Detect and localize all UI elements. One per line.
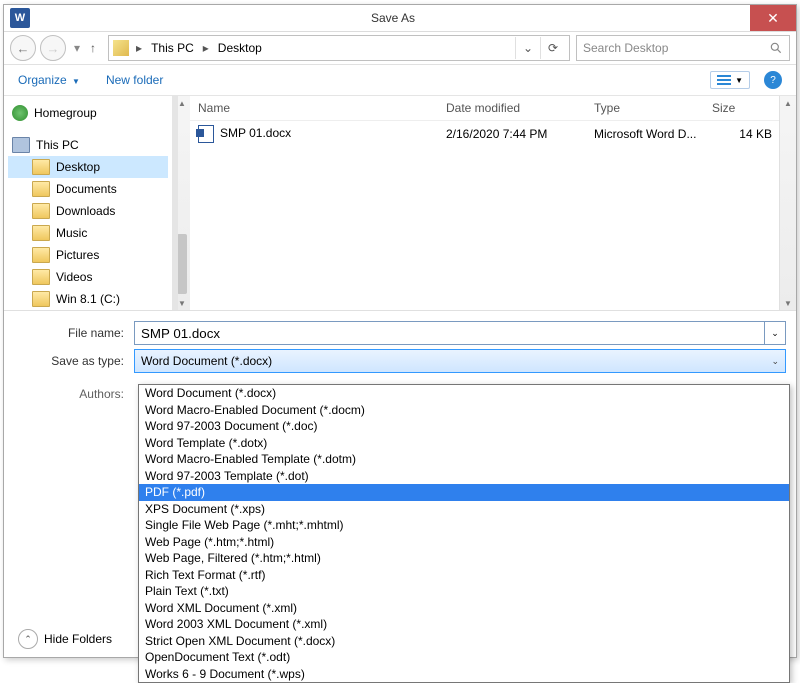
address-dropdown[interactable]: ⌄ [515,37,540,59]
chevron-up-icon: ⌃ [18,629,38,649]
file-date: 2/16/2020 7:44 PM [438,127,586,141]
search-icon [769,41,783,55]
savetype-option[interactable]: Plain Text (*.txt) [139,583,789,600]
tree-item-this-pc[interactable]: This PC [8,134,168,156]
folder-icon [32,225,50,241]
folder-icon [32,203,50,219]
tree-item-label: Pictures [56,248,99,262]
savetype-option[interactable]: Word 97-2003 Document (*.doc) [139,418,789,435]
tree-item-music[interactable]: Music [8,222,168,244]
toolbar: Organize ▼ New folder ▼ ? [4,65,796,96]
tree-item-win-8-1-c-[interactable]: Win 8.1 (C:) [8,288,168,310]
filename-input[interactable] [134,321,765,345]
new-folder-button[interactable]: New folder [106,73,163,87]
chevron-down-icon: ⌄ [771,356,779,367]
tree-item-pictures[interactable]: Pictures [8,244,168,266]
tree-item-label: Videos [56,270,92,284]
column-headers: Name Date modified Type Size [190,96,779,121]
organize-button[interactable]: Organize ▼ [18,73,80,87]
docx-icon [198,125,214,143]
search-input[interactable]: Search Desktop [576,35,790,61]
nav-tree: Homegroup This PC Desktop Documents Download… [4,96,173,310]
savetype-option[interactable]: Works 6 - 9 Document (*.wps) [139,666,789,683]
folder-icon [32,181,50,197]
tree-item-homegroup[interactable]: Homegroup [8,102,168,124]
breadcrumb-thispc[interactable]: This PC [145,41,200,55]
savetype-option[interactable]: Web Page, Filtered (*.htm;*.html) [139,550,789,567]
tree-item-label: Documents [56,182,117,196]
savetype-option[interactable]: XPS Document (*.xps) [139,501,789,518]
word-icon: W [10,8,30,28]
tree-item-label: Desktop [56,160,100,174]
titlebar: W Save As ✕ [4,5,796,32]
tree-item-label: Music [56,226,87,240]
savetype-option[interactable]: OpenDocument Text (*.odt) [139,649,789,666]
savetype-option[interactable]: Rich Text Format (*.rtf) [139,567,789,584]
folder-icon [32,269,50,285]
col-date[interactable]: Date modified [438,101,586,115]
authors-label: Authors: [14,387,134,401]
savetype-option[interactable]: Word 97-2003 Template (*.dot) [139,468,789,485]
folder-icon [32,247,50,263]
tree-item-downloads[interactable]: Downloads [8,200,168,222]
folder-icon [32,291,50,307]
help-button[interactable]: ? [764,71,782,89]
col-size[interactable]: Size [704,101,772,115]
savetype-combo[interactable]: Word Document (*.docx) ⌄ [134,349,786,373]
address-bar[interactable]: ▸ This PC ▸ Desktop ⌄ ⟳ [108,35,570,61]
homegroup-icon [12,105,28,121]
savetype-option[interactable]: Word Template (*.dotx) [139,435,789,452]
savetype-value: Word Document (*.docx) [141,354,771,368]
savetype-option[interactable]: Word Document (*.docx) [139,385,789,402]
savetype-option[interactable]: PDF (*.pdf) [139,484,789,501]
pc-icon [12,137,30,153]
file-size: 14 KB [704,127,772,141]
savetype-label: Save as type: [14,354,134,368]
savetype-option[interactable]: Word XML Document (*.xml) [139,600,789,617]
savetype-option[interactable]: Word Macro-Enabled Document (*.docm) [139,402,789,419]
filename-label: File name: [14,326,134,340]
up-button[interactable]: ↑ [84,41,102,55]
save-as-dialog: W Save As ✕ ← → ▾ ↑ ▸ This PC ▸ Desktop … [3,4,797,658]
savetype-dropdown-list[interactable]: Word Document (*.docx)Word Macro-Enabled… [138,384,790,683]
tree-item-label: Win 8.1 (C:) [56,292,120,306]
dialog-body: Homegroup This PC Desktop Documents Download… [4,96,796,310]
tree-item-label: Homegroup [34,106,97,120]
folder-icon [32,159,50,175]
col-name[interactable]: Name [190,101,438,115]
tree-item-desktop[interactable]: Desktop [8,156,168,178]
nav-bar: ← → ▾ ↑ ▸ This PC ▸ Desktop ⌄ ⟳ Search D… [4,32,796,65]
forward-button[interactable]: → [40,35,66,61]
splitter[interactable] [172,96,178,310]
chevron-icon: ▸ [133,41,145,55]
list-icon [717,74,731,86]
file-row[interactable]: SMP 01.docx 2/16/2020 7:44 PM Microsoft … [190,121,779,147]
nav-separator: ▾ [74,41,80,55]
refresh-button[interactable]: ⟳ [540,37,565,59]
savetype-option[interactable]: Web Page (*.htm;*.html) [139,534,789,551]
breadcrumb-desktop[interactable]: Desktop [212,41,268,55]
close-button[interactable]: ✕ [750,5,796,31]
hide-folders-button[interactable]: ⌃ Hide Folders [18,629,112,649]
tree-item-videos[interactable]: Videos [8,266,168,288]
file-type: Microsoft Word D... [586,127,704,141]
tree-item-label: Downloads [56,204,115,218]
tree-item-documents[interactable]: Documents [8,178,168,200]
view-options-button[interactable]: ▼ [710,71,750,89]
file-name: SMP 01.docx [220,126,291,140]
file-list: Name Date modified Type Size SMP 01.docx… [190,96,779,310]
savetype-option[interactable]: Word Macro-Enabled Template (*.dotm) [139,451,789,468]
savetype-option[interactable]: Single File Web Page (*.mht;*.mhtml) [139,517,789,534]
col-type[interactable]: Type [586,101,704,115]
folder-icon [113,40,129,56]
search-placeholder: Search Desktop [583,41,668,55]
savetype-option[interactable]: Strict Open XML Document (*.docx) [139,633,789,650]
chevron-icon: ▸ [200,41,212,55]
savetype-option[interactable]: Word 2003 XML Document (*.xml) [139,616,789,633]
tree-item-label: This PC [36,138,79,152]
filelist-scrollbar[interactable]: ▲▼ [779,96,796,310]
filename-dropdown[interactable]: ⌄ [765,321,786,345]
back-button[interactable]: ← [10,35,36,61]
window-title: Save As [36,11,750,25]
